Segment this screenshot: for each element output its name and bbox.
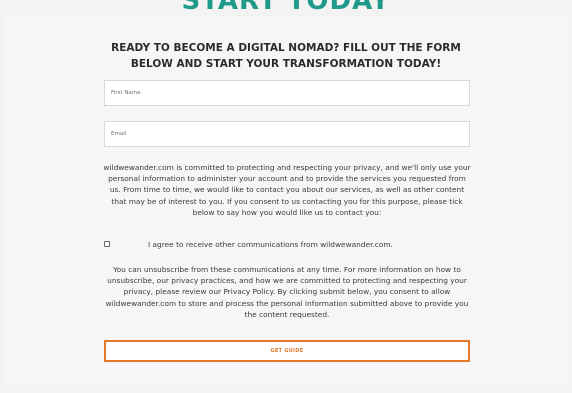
unsubscribe-notice: You can unsubscribe from these communica…: [105, 265, 469, 319]
form-heading: READY TO BECOME A DIGITAL NOMAD? FILL OU…: [111, 42, 461, 70]
email-input[interactable]: [104, 121, 470, 147]
consent-checkbox[interactable]: [104, 241, 110, 247]
privacy-notice: wildwewander.com is committed to protect…: [103, 163, 471, 217]
consent-label[interactable]: I agree to receive other communications …: [148, 239, 393, 250]
consent-row: I agree to receive other communications …: [104, 239, 472, 251]
first-name-input[interactable]: [104, 80, 470, 106]
hero-title: START TODAY: [181, 0, 391, 16]
page: START TODAY READY TO BECOME A DIGITAL NO…: [0, 0, 572, 393]
get-guide-button[interactable]: GET GUIDE: [104, 340, 470, 362]
